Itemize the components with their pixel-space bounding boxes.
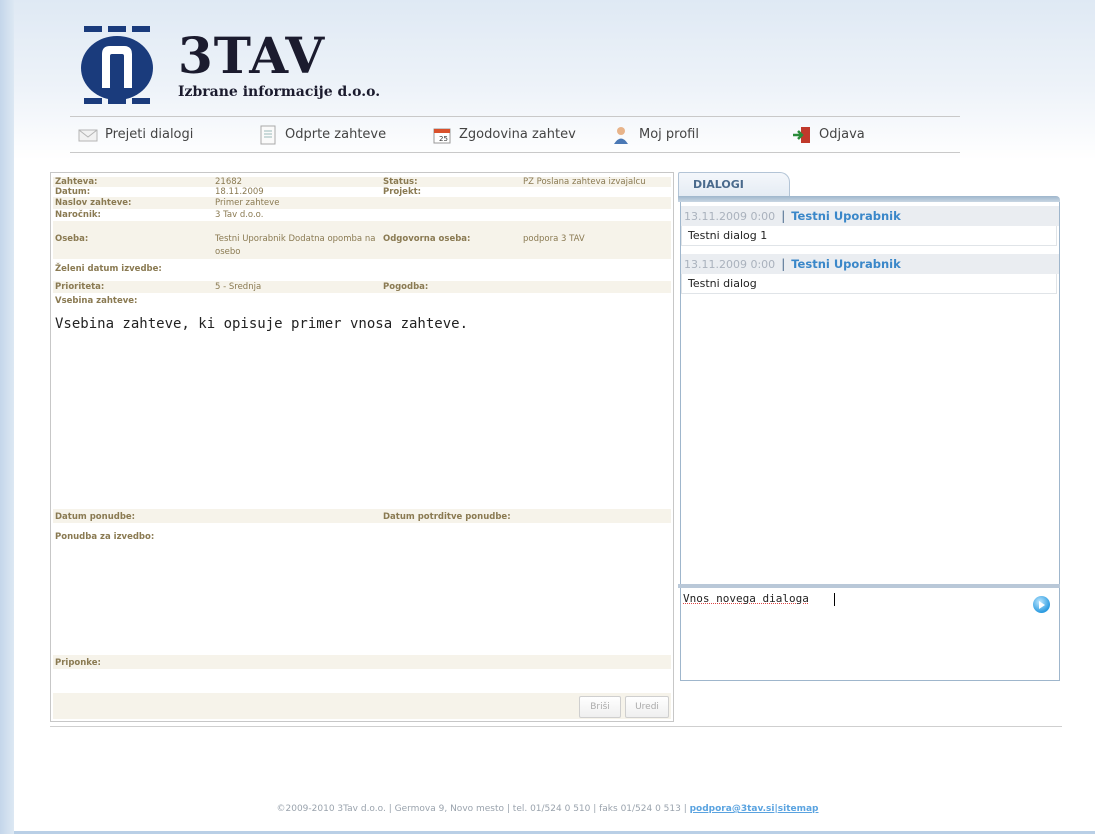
row-zahteva: Zahteva: 21682 Status: PZ Poslana zahtev… — [53, 177, 671, 187]
priponke-label: Priponke: — [55, 658, 101, 668]
delete-button[interactable]: Briši — [579, 696, 621, 718]
oseba-value-line2: osebo — [215, 247, 241, 257]
dialog-header: 13.11.2009 0:00 | Testni Uporabnik — [681, 206, 1059, 226]
pogodba-label: Pogodba: — [383, 282, 429, 292]
oseba-value-line1: Testni Uporabnik Dodatna opomba na — [215, 234, 376, 244]
projekt-label: Projekt: — [383, 187, 422, 197]
nav-zgodovina-zahtev[interactable]: 25 Zgodovina zahtev — [432, 117, 576, 152]
row-naslov: Naslov zahteve: Primer zahteve — [53, 197, 671, 209]
logo-mark-icon — [81, 26, 153, 104]
user-icon — [612, 125, 632, 145]
footer-sitemap-link[interactable]: sitemap — [778, 804, 819, 814]
logo[interactable]: 3TAV Izbrane informacije d.o.o. — [78, 24, 380, 106]
dialog-message: Testni dialog 1 — [681, 226, 1057, 246]
calendar-icon: 25 — [432, 125, 452, 145]
datum-ponudbe-label: Datum ponudbe: — [55, 512, 136, 522]
row-prioriteta: Prioriteta: 5 - Srednja Pogodba: — [53, 281, 671, 293]
row-datum: Datum: 18.11.2009 Projekt: — [53, 187, 671, 197]
send-icon[interactable] — [1033, 596, 1050, 613]
edit-button[interactable]: Uredi — [625, 696, 669, 718]
row-datum-ponudbe: Datum ponudbe: Datum potrditve ponudbe: — [53, 509, 671, 523]
left-border — [0, 0, 14, 834]
datum-potrditve-label: Datum potrditve ponudbe: — [383, 512, 511, 522]
document-icon — [258, 125, 278, 145]
row-zeleni-datum: Želeni datum izvedbe: — [53, 261, 671, 275]
footer: ©2009-2010 3Tav d.o.o. | Germova 9, Novo… — [0, 804, 1095, 814]
odgovorna-label: Odgovorna oseba: — [383, 234, 471, 244]
oseba-label: Oseba: — [55, 234, 89, 244]
row-narocnik: Naročnik: 3 Tav d.o.o. — [53, 209, 671, 221]
dialog-header: 13.11.2009 0:00 | Testni Uporabnik — [681, 254, 1059, 274]
nav-label: Moj profil — [639, 127, 699, 142]
footer-email-link[interactable]: podpora@3tav.si — [690, 804, 775, 814]
vsebina-content: Vsebina zahteve, ki opisuje primer vnosa… — [55, 316, 469, 332]
nav-label: Zgodovina zahtev — [459, 127, 576, 142]
nav-prejeti-dialogi[interactable]: Prejeti dialogi — [78, 117, 193, 152]
nav-moj-profil[interactable]: Moj profil — [612, 117, 699, 152]
vsebina-label: Vsebina zahteve: — [55, 296, 138, 306]
datum-label: Datum: — [55, 187, 91, 197]
dialog-user[interactable]: Testni Uporabnik — [791, 257, 901, 271]
dialog-separator: | — [781, 209, 786, 223]
nav-label: Odjava — [819, 127, 865, 142]
envelope-icon — [78, 125, 98, 145]
dialog-date: 13.11.2009 0:00 — [684, 257, 776, 271]
row-vsebina: Vsebina zahteve: — [53, 293, 671, 306]
nav-odprte-zahteve[interactable]: Odprte zahteve — [258, 117, 386, 152]
logo-name: 3TAV — [178, 26, 326, 85]
request-panel: Zahteva: 21682 Status: PZ Poslana zahtev… — [50, 172, 674, 722]
zahteva-label: Zahteva: — [55, 177, 98, 187]
row-ponudba: Ponudba za izvedbo: — [53, 529, 671, 543]
row-oseba: Oseba: Testni Uporabnik Dodatna opomba n… — [53, 221, 671, 259]
logout-icon — [792, 125, 812, 145]
dialog-separator: | — [781, 257, 786, 271]
row-priponke: Priponke: — [53, 655, 671, 669]
odgovorna-value: podpora 3 TAV — [523, 234, 585, 244]
footer-divider — [50, 726, 1062, 727]
main-nav: Prejeti dialogi Odprte zahteve 25 Zgodov… — [70, 116, 960, 153]
svg-text:25: 25 — [439, 135, 448, 143]
dialog-user[interactable]: Testni Uporabnik — [791, 209, 901, 223]
new-dialog-input[interactable]: Vnos novega dialoga — [680, 588, 1060, 681]
text-caret — [834, 593, 835, 606]
zeleni-datum-label: Želeni datum izvedbe: — [55, 264, 162, 274]
naslov-label: Naslov zahteve: — [55, 198, 132, 208]
new-dialog-text: Vnos novega dialoga — [683, 592, 809, 605]
dialog-date: 13.11.2009 0:00 — [684, 209, 776, 223]
nav-label: Odprte zahteve — [285, 127, 387, 142]
dialog-message: Testni dialog — [681, 274, 1057, 294]
dialog-panel: DIALOGI 13.11.2009 0:00 | Testni Uporabn… — [678, 172, 1060, 681]
logo-subtitle: Izbrane informacije d.o.o. — [178, 84, 381, 100]
ponudba-label: Ponudba za izvedbo: — [55, 532, 155, 542]
footer-text: ©2009-2010 3Tav d.o.o. | Germova 9, Novo… — [276, 804, 690, 814]
nav-label: Prejeti dialogi — [105, 127, 194, 142]
nav-odjava[interactable]: Odjava — [792, 117, 865, 152]
narocnik-label: Naročnik: — [55, 210, 101, 220]
tab-dialogi[interactable]: DIALOGI — [678, 172, 790, 196]
status-label: Status: — [383, 177, 418, 187]
dialog-list: 13.11.2009 0:00 | Testni Uporabnik Testn… — [680, 202, 1060, 586]
page: 3TAV Izbrane informacije d.o.o. Prejeti … — [0, 0, 1095, 834]
prioriteta-label: Prioriteta: — [55, 282, 105, 292]
